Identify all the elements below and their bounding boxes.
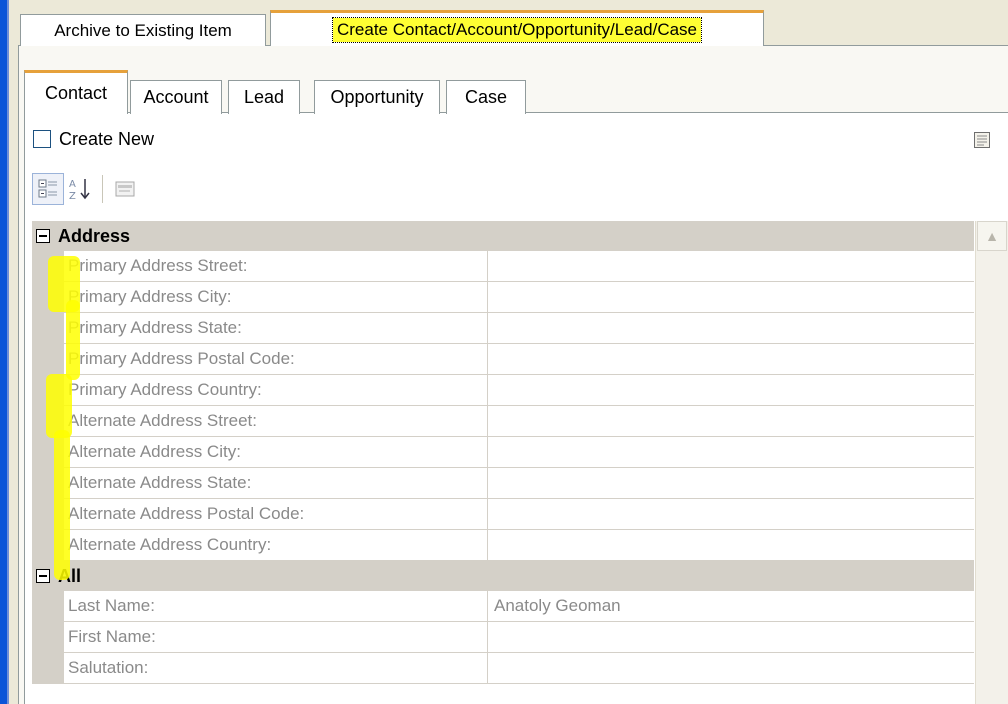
svg-text:Z: Z	[69, 191, 76, 202]
collapse-icon[interactable]	[36, 569, 50, 583]
property-name: Primary Address State:	[64, 313, 488, 344]
property-value[interactable]	[488, 313, 974, 344]
categorized-view-button[interactable]	[32, 173, 64, 205]
property-row[interactable]: Primary Address State:	[32, 313, 974, 344]
category-all[interactable]: All	[32, 561, 974, 591]
property-row[interactable]: Salutation:	[32, 653, 974, 684]
row-gutter	[32, 313, 64, 344]
property-name: Primary Address Street:	[64, 251, 488, 282]
tab-label: Case	[464, 87, 508, 107]
property-value[interactable]	[488, 437, 974, 468]
property-value[interactable]	[488, 530, 974, 561]
row-gutter	[32, 344, 64, 375]
alphabetical-sort-button[interactable]: A Z	[64, 173, 96, 205]
property-value[interactable]	[488, 622, 974, 653]
property-pages-button[interactable]	[109, 173, 141, 205]
tab-label: Archive to Existing Item	[54, 20, 232, 40]
window-frame-left	[0, 0, 7, 704]
tab-archive-to-existing-item[interactable]: Archive to Existing Item	[20, 14, 266, 46]
tab-label: Create Contact/Account/Opportunity/Lead/…	[331, 16, 703, 43]
property-name: Alternate Address Street:	[64, 406, 488, 437]
property-value[interactable]	[488, 406, 974, 437]
tab-label: Contact	[44, 83, 108, 103]
property-row[interactable]: Alternate Address Country:	[32, 530, 974, 561]
property-pages-icon	[115, 181, 135, 197]
toolbar-separator	[102, 175, 103, 203]
property-name: Primary Address Country:	[64, 375, 488, 406]
notes-icon[interactable]	[973, 131, 991, 149]
property-value[interactable]	[488, 468, 974, 499]
highlight-mark	[54, 430, 70, 580]
row-gutter	[32, 622, 64, 653]
create-new-checkbox[interactable]	[33, 130, 51, 148]
property-value[interactable]	[488, 282, 974, 313]
property-name: Salutation:	[64, 653, 488, 684]
property-row[interactable]: Alternate Address City:	[32, 437, 974, 468]
property-name: First Name:	[64, 622, 488, 653]
vertical-scrollbar[interactable]: ▲	[975, 221, 1008, 704]
property-row[interactable]: First Name:	[32, 622, 974, 653]
property-value[interactable]	[488, 251, 974, 282]
property-value[interactable]	[488, 375, 974, 406]
property-name: Primary Address Postal Code:	[64, 344, 488, 375]
property-name: Last Name:	[64, 591, 488, 622]
tab-lead[interactable]: Lead	[228, 80, 300, 114]
property-name: Alternate Address Postal Code:	[64, 499, 488, 530]
tab-create-contact-account[interactable]: Create Contact/Account/Opportunity/Lead/…	[270, 10, 764, 46]
tab-opportunity[interactable]: Opportunity	[314, 80, 440, 114]
top-tab-strip: Archive to Existing Item Create Contact/…	[18, 10, 1008, 50]
row-gutter	[32, 653, 64, 684]
column-divider	[488, 221, 489, 251]
svg-text:A: A	[69, 179, 76, 190]
property-row[interactable]: Alternate Address State:	[32, 468, 974, 499]
property-value[interactable]	[488, 499, 974, 530]
create-new-row: Create New	[33, 126, 154, 152]
category-address[interactable]: Address	[32, 221, 974, 251]
property-value[interactable]	[488, 344, 974, 375]
property-row[interactable]: Alternate Address Street:	[32, 406, 974, 437]
tab-contact[interactable]: Contact	[24, 70, 128, 114]
create-new-label: Create New	[59, 128, 155, 149]
property-row[interactable]: Primary Address Country:	[32, 375, 974, 406]
property-value[interactable]	[488, 653, 974, 684]
chevron-up-icon: ▲	[985, 228, 999, 244]
property-row[interactable]: Primary Address Street:	[32, 251, 974, 282]
row-gutter	[32, 591, 64, 622]
property-row[interactable]: Alternate Address Postal Code:	[32, 499, 974, 530]
column-divider	[488, 561, 489, 591]
property-value[interactable]: Anatoly Geoman	[488, 591, 974, 622]
highlight-mark	[66, 300, 80, 380]
tab-account[interactable]: Account	[130, 80, 222, 114]
property-grid: Address Primary Address Street: Primary A…	[32, 221, 974, 684]
tab-label: Opportunity	[330, 87, 424, 107]
property-name: Primary Address City:	[64, 282, 488, 313]
property-row[interactable]: Last Name: Anatoly Geoman	[32, 591, 974, 622]
tab-case[interactable]: Case	[446, 80, 526, 114]
property-row[interactable]: Primary Address Postal Code:	[32, 344, 974, 375]
property-row[interactable]: Primary Address City:	[32, 282, 974, 313]
highlight-mark	[46, 374, 72, 438]
sort-az-icon: A Z	[69, 179, 90, 202]
categorized-view-icon	[38, 179, 57, 198]
collapse-icon[interactable]	[36, 229, 50, 243]
property-name: Alternate Address Country:	[64, 530, 488, 561]
tab-label: Lead	[243, 87, 285, 107]
category-title: Address	[58, 225, 131, 246]
property-name: Alternate Address City:	[64, 437, 488, 468]
property-grid-toolbar: A Z	[32, 170, 141, 208]
property-name: Alternate Address State:	[64, 468, 488, 499]
scroll-up-button[interactable]: ▲	[977, 221, 1007, 251]
tab-label: Account	[143, 87, 209, 107]
